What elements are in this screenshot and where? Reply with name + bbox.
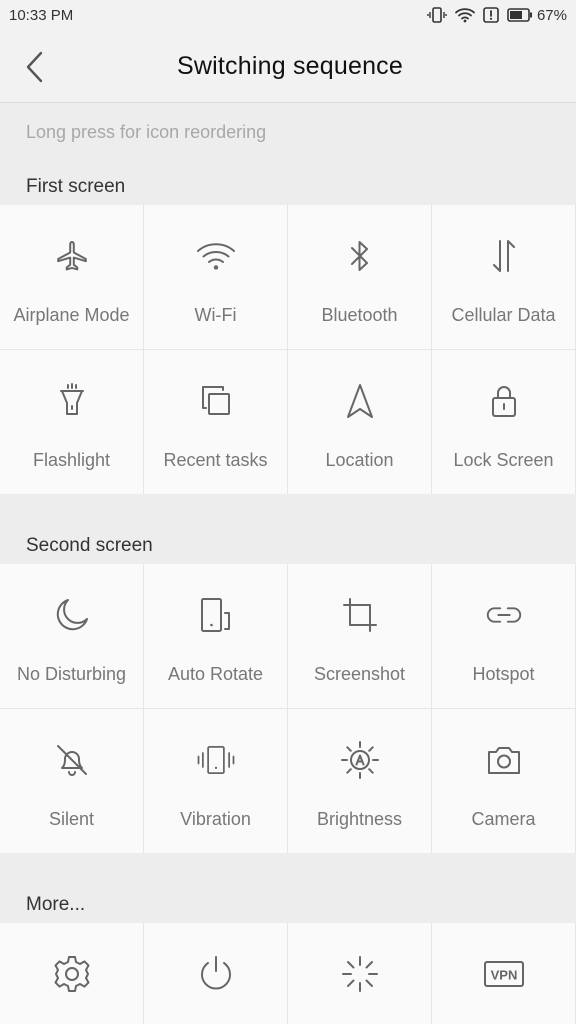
cellular-data-icon	[483, 235, 525, 277]
auto-rotate-icon	[195, 594, 237, 636]
vpn-icon: VPN	[483, 953, 525, 995]
tile-label: No Disturbing	[16, 664, 127, 684]
more-grid: VPN	[0, 923, 576, 1024]
tile-loading[interactable]	[288, 923, 431, 1024]
tile-label: Camera	[471, 809, 536, 829]
location-icon	[339, 380, 381, 422]
tile-bluetooth[interactable]: Bluetooth	[288, 205, 431, 349]
camera-icon	[483, 739, 525, 781]
second-screen-grid: No Disturbing Auto Rotate Screenshot Hot…	[0, 564, 576, 853]
brightness-icon	[339, 739, 381, 781]
battery-percentage: 67%	[536, 6, 567, 24]
tile-no-disturbing[interactable]: No Disturbing	[0, 564, 143, 708]
status-icons: 67%	[427, 6, 567, 24]
wifi-icon	[195, 235, 237, 277]
airplane-icon	[51, 235, 93, 277]
tile-vpn[interactable]: VPN	[432, 923, 575, 1024]
tile-airplane-mode[interactable]: Airplane Mode	[0, 205, 143, 349]
screenshot-icon	[339, 594, 381, 636]
tile-label: Vibration	[180, 809, 251, 829]
section-title-more: More...	[0, 853, 576, 923]
power-icon	[195, 953, 237, 995]
wifi-status-icon	[455, 7, 475, 23]
tile-recent-tasks[interactable]: Recent tasks	[144, 350, 287, 494]
tile-settings[interactable]	[0, 923, 143, 1024]
link-icon	[483, 594, 525, 636]
tile-screenshot[interactable]: Screenshot	[288, 564, 431, 708]
tile-label: Recent tasks	[163, 450, 268, 470]
tile-vibration[interactable]: Vibration	[144, 709, 287, 853]
bluetooth-icon	[339, 235, 381, 277]
tile-label: Wi-Fi	[194, 305, 237, 325]
chevron-left-icon	[26, 51, 43, 83]
app-root: 10:33 PM 67% Switching sequence Long pre…	[0, 0, 576, 1024]
tile-label: Bluetooth	[321, 305, 398, 325]
battery-icon	[507, 8, 532, 22]
tile-cellular-data[interactable]: Cellular Data	[432, 205, 575, 349]
recent-tasks-icon	[195, 380, 237, 422]
section-title-second-screen: Second screen	[0, 494, 576, 564]
tile-auto-rotate[interactable]: Auto Rotate	[144, 564, 287, 708]
status-time: 10:33 PM	[9, 6, 74, 24]
tile-flashlight[interactable]: Flashlight	[0, 350, 143, 494]
tile-label: Cellular Data	[451, 305, 556, 325]
alert-status-icon	[483, 7, 499, 23]
tile-brightness[interactable]: Brightness	[288, 709, 431, 853]
tile-label: Flashlight	[32, 450, 111, 470]
first-screen-grid: Airplane Mode Wi-Fi Bluetooth Cellular D…	[0, 205, 576, 494]
tile-label: Hotspot	[472, 664, 535, 684]
tile-power[interactable]	[144, 923, 287, 1024]
vibration-icon	[195, 739, 237, 781]
bell-off-icon	[51, 739, 93, 781]
lock-icon	[483, 380, 525, 422]
tile-label: Lock Screen	[453, 450, 554, 470]
tile-label: Silent	[48, 809, 95, 829]
gear-icon	[51, 953, 93, 995]
reorder-hint: Long press for icon reordering	[0, 103, 576, 161]
header: Switching sequence	[0, 30, 576, 103]
tile-label: Airplane Mode	[13, 305, 130, 325]
tile-label: Brightness	[316, 809, 403, 829]
vibrate-status-icon	[427, 6, 447, 24]
tile-label: Auto Rotate	[167, 664, 264, 684]
tile-wifi[interactable]: Wi-Fi	[144, 205, 287, 349]
back-button[interactable]	[18, 50, 52, 84]
tile-hotspot[interactable]: Hotspot	[432, 564, 575, 708]
tile-label: Location	[325, 450, 394, 470]
tile-label: Screenshot	[313, 664, 406, 684]
flashlight-icon	[51, 380, 93, 422]
battery-status: 67%	[507, 7, 567, 24]
status-bar: 10:33 PM 67%	[0, 0, 576, 30]
loading-icon	[339, 953, 381, 995]
vpn-icon-text: VPN	[490, 968, 517, 983]
tile-lock-screen[interactable]: Lock Screen	[432, 350, 575, 494]
tile-location[interactable]: Location	[288, 350, 431, 494]
section-title-first-screen: First screen	[0, 161, 576, 205]
tile-camera[interactable]: Camera	[432, 709, 575, 853]
page-title: Switching sequence	[177, 51, 403, 80]
moon-icon	[51, 594, 93, 636]
tile-silent[interactable]: Silent	[0, 709, 143, 853]
